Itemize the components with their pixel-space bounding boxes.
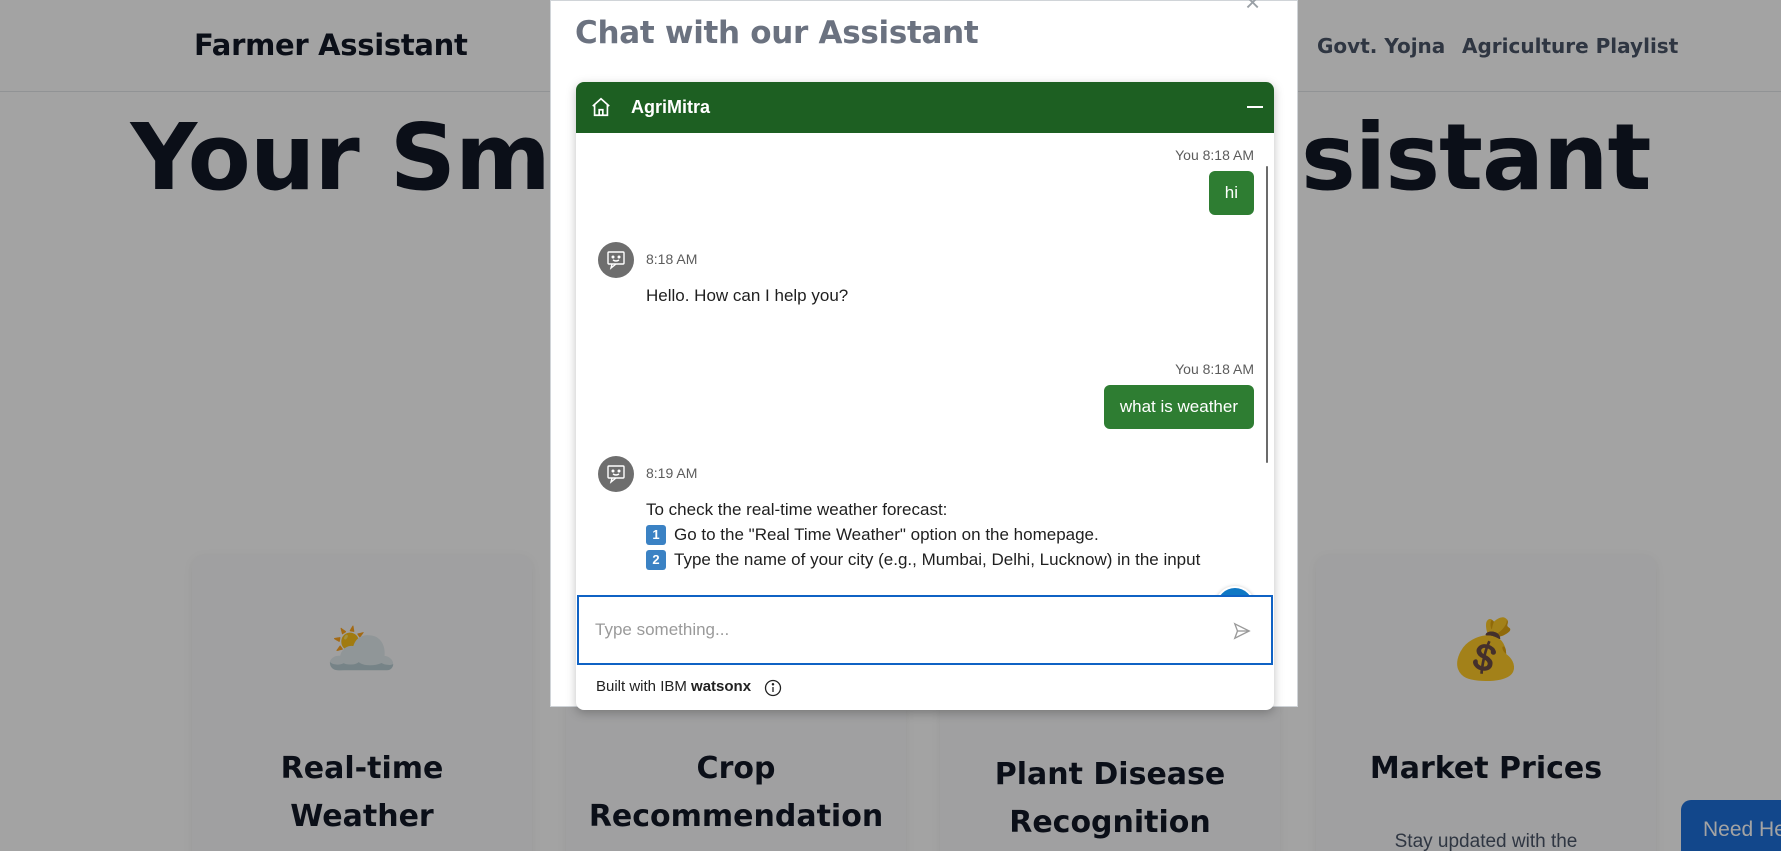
chat-bot-icon xyxy=(607,465,625,484)
message-meta: You 8:18 AM xyxy=(1175,361,1254,377)
scrollbar[interactable] xyxy=(1266,166,1268,463)
help-button[interactable]: ? xyxy=(1215,586,1255,595)
message-input-container[interactable] xyxy=(577,595,1273,665)
close-icon[interactable]: × xyxy=(1245,0,1260,18)
keycap-icon: 2 xyxy=(646,550,666,570)
bot-message-step: 2 Type the name of your city (e.g., Mumba… xyxy=(646,547,1246,572)
send-icon[interactable] xyxy=(1233,622,1251,640)
bot-message: Hello. How can I help you? xyxy=(646,286,849,305)
home-icon[interactable] xyxy=(590,96,612,118)
chat-modal: Chat with our Assistant × AgriMitra You … xyxy=(550,0,1298,710)
bot-message: To check the real-time weather forecast:… xyxy=(646,497,1246,572)
bot-timestamp: 8:19 AM xyxy=(646,465,698,481)
modal-title: Chat with our Assistant xyxy=(575,15,979,51)
message-list[interactable]: You 8:18 AM hi 8:18 AM Hello. How can I … xyxy=(576,133,1274,595)
bot-message-step: 1 Go to the "Real Time Weather" option on… xyxy=(646,522,1246,547)
message-meta: You 8:18 AM xyxy=(1175,147,1254,163)
user-message: what is weather xyxy=(1103,385,1254,429)
info-icon[interactable] xyxy=(764,679,782,697)
keycap-icon: 1 xyxy=(646,525,666,545)
user-message: hi xyxy=(1208,171,1254,215)
chat-widget: AgriMitra You 8:18 AM hi 8:18 AM Hello. … xyxy=(576,82,1274,710)
bot-message-intro: To check the real-time weather forecast: xyxy=(646,500,948,519)
bot-avatar xyxy=(598,456,634,492)
chat-bot-icon xyxy=(607,251,625,270)
chat-header: AgriMitra xyxy=(576,82,1274,133)
watsonx-footer: Built with IBM watsonx xyxy=(596,678,752,695)
assistant-name: AgriMitra xyxy=(631,97,711,117)
message-input[interactable] xyxy=(595,615,1215,645)
bot-timestamp: 8:18 AM xyxy=(646,251,698,267)
bot-avatar xyxy=(598,242,634,278)
minimize-icon[interactable] xyxy=(1247,106,1263,108)
